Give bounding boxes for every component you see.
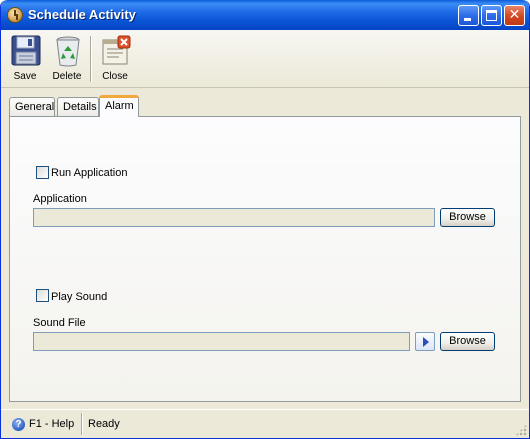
schedule-activity-window: Schedule Activity ✕ Save Delete Close Ge… xyxy=(0,0,530,439)
title-bar[interactable]: Schedule Activity ✕ xyxy=(1,0,529,30)
window-title: Schedule Activity xyxy=(28,7,136,22)
tab-details[interactable]: Details xyxy=(57,97,99,116)
close-icon: ✕ xyxy=(508,7,521,23)
close-window-button[interactable]: ✕ xyxy=(504,5,525,26)
minimize-icon xyxy=(464,18,471,21)
help-hint: F1 - Help xyxy=(29,418,75,430)
run-application-checkbox[interactable] xyxy=(36,166,49,179)
maximize-icon xyxy=(486,10,497,21)
application-field[interactable] xyxy=(33,208,435,227)
play-icon xyxy=(423,337,429,347)
application-label: Application xyxy=(33,193,87,205)
toolbar-separator xyxy=(90,36,92,82)
save-button[interactable]: Save xyxy=(3,33,47,85)
help-icon: ? xyxy=(12,418,25,431)
delete-label: Delete xyxy=(52,71,82,82)
sound-file-label: Sound File xyxy=(33,317,86,329)
status-separator xyxy=(81,413,83,435)
play-sound-checkbox[interactable] xyxy=(36,289,49,302)
clock-app-icon[interactable] xyxy=(7,7,23,23)
play-sound-label[interactable]: Play Sound xyxy=(51,291,107,303)
tab-general[interactable]: General xyxy=(9,97,55,116)
close-document-icon xyxy=(102,35,131,65)
sound-file-browse-button[interactable]: Browse xyxy=(440,332,495,351)
sound-file-field[interactable] xyxy=(33,332,410,351)
status-bar: ? F1 - Help Ready xyxy=(1,409,529,438)
status-text: Ready xyxy=(88,418,120,430)
delete-button[interactable]: Delete xyxy=(45,33,89,85)
toolbar: Save Delete Close xyxy=(1,30,529,88)
resize-grip-icon[interactable] xyxy=(515,424,527,436)
tab-alarm[interactable]: Alarm xyxy=(99,95,139,117)
alarm-tab-panel: Run Application Application Browse Play … xyxy=(9,116,521,402)
save-label: Save xyxy=(13,71,37,82)
play-sound-button[interactable] xyxy=(415,332,435,351)
floppy-disk-icon xyxy=(11,35,41,66)
maximize-button[interactable] xyxy=(481,5,502,26)
run-application-label[interactable]: Run Application xyxy=(51,167,127,179)
minimize-button[interactable] xyxy=(458,5,479,26)
close-button[interactable]: Close xyxy=(93,33,137,85)
close-label: Close xyxy=(102,71,128,82)
application-browse-button[interactable]: Browse xyxy=(440,208,495,227)
recycle-bin-icon xyxy=(56,36,80,67)
